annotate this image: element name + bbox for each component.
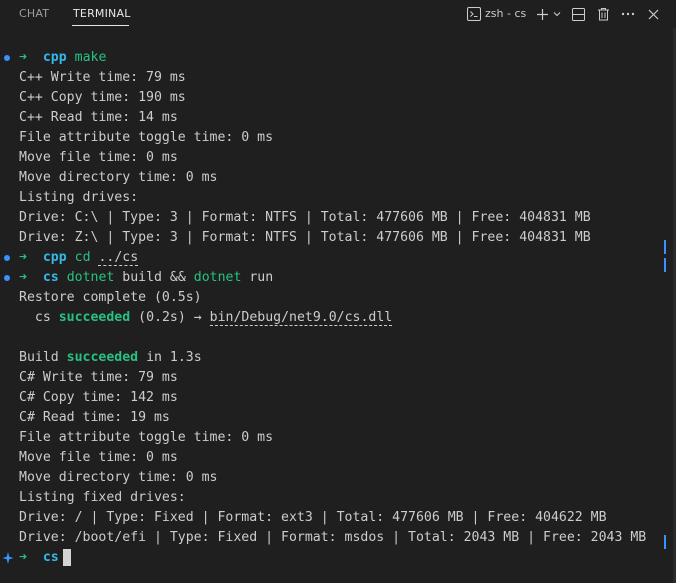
prompt-line: ➜ cpp cd ../cs — [19, 250, 139, 266]
sparkle-icon[interactable] — [2, 550, 14, 569]
tab-chat[interactable]: CHAT — [19, 7, 49, 20]
split-icon[interactable] — [570, 5, 586, 23]
output-line: C# Write time: 79 ms — [19, 370, 178, 385]
chevron-down-icon[interactable] — [551, 5, 563, 23]
active-tab-indicator — [72, 25, 129, 26]
tab-terminal[interactable]: TERMINAL — [73, 7, 131, 20]
output-line: Listing drives: — [19, 190, 139, 205]
terminal-icon[interactable] — [466, 5, 482, 23]
output-line: File attribute toggle time: 0 ms — [19, 130, 274, 145]
command-decoration-icon[interactable] — [4, 55, 10, 61]
output-line: Move file time: 0 ms — [19, 150, 178, 165]
prompt-arrow-icon: ➜ — [19, 50, 27, 65]
more-icon[interactable] — [620, 5, 636, 23]
close-icon[interactable] — [645, 5, 661, 23]
output-line: cs succeeded (0.2s) → bin/Debug/net9.0/c… — [34, 310, 393, 326]
output-line: C# Copy time: 142 ms — [19, 390, 178, 405]
output-line: Drive: Z:\ | Type: 3 | Format: NTFS | To… — [19, 230, 591, 245]
output-line: Listing fixed drives: — [19, 490, 186, 505]
scrollbar-marker — [664, 535, 666, 549]
plus-icon[interactable] — [535, 5, 549, 23]
output-line: C++ Write time: 79 ms — [19, 70, 186, 85]
prompt-line: ➜ cs — [19, 548, 71, 568]
output-line: Move directory time: 0 ms — [19, 170, 218, 185]
scrollbar-marker — [664, 258, 666, 272]
output-line: Restore complete (0.5s) — [19, 290, 202, 305]
cursor — [62, 548, 71, 566]
output-line: Drive: /boot/efi | Type: Fixed | Format:… — [19, 530, 647, 545]
scrollbar-marker — [664, 240, 666, 254]
prompt-arrow-icon: ➜ — [19, 250, 27, 265]
output-line: Build succeeded in 1.3s — [19, 350, 202, 365]
command-decoration-icon[interactable] — [4, 275, 10, 281]
output-line: Drive: / | Type: Fixed | Format: ext3 | … — [19, 510, 607, 525]
output-line: C++ Copy time: 190 ms — [19, 90, 186, 105]
output-line: Move directory time: 0 ms — [19, 470, 218, 485]
panel-header: CHAT TERMINAL zsh - cs — [0, 0, 676, 28]
trash-icon[interactable] — [595, 5, 611, 23]
prompt-arrow-icon: ➜ — [19, 270, 27, 285]
prompt-arrow-icon: ➜ — [19, 550, 27, 565]
output-line: Drive: C:\ | Type: 3 | Format: NTFS | To… — [19, 210, 591, 225]
output-line: C# Read time: 19 ms — [19, 410, 170, 425]
command-decoration-icon[interactable] — [4, 255, 10, 261]
prompt-line: ➜ cs dotnet build && dotnet run — [19, 270, 274, 285]
output-line: Move file time: 0 ms — [19, 450, 178, 465]
output-line: File attribute toggle time: 0 ms — [19, 430, 274, 445]
output-line: C++ Read time: 14 ms — [19, 110, 178, 125]
prompt-line: ➜ cpp make — [19, 50, 107, 65]
file-link[interactable]: bin/Debug/net9.0/cs.dll — [209, 310, 393, 326]
path-link[interactable]: ../cs — [98, 250, 139, 266]
terminal-name[interactable]: zsh - cs — [485, 7, 526, 20]
